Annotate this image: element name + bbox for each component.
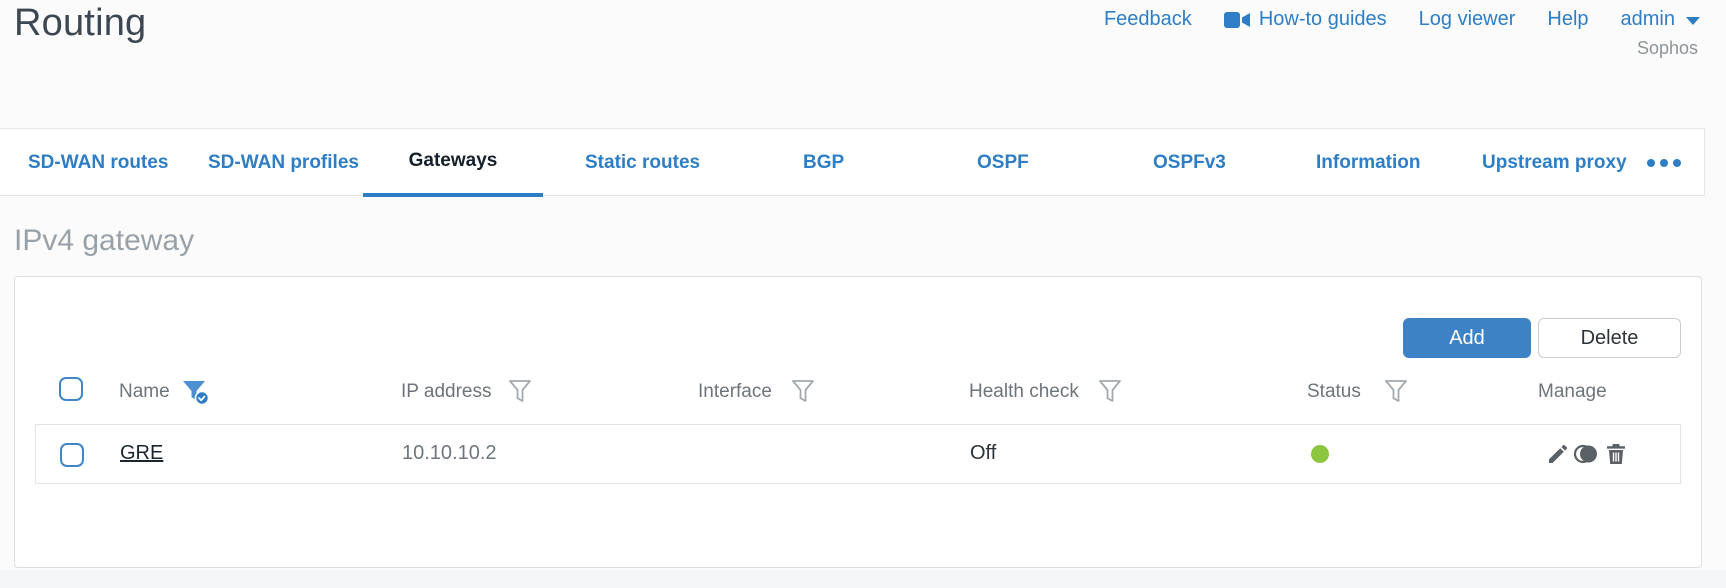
section-title-ipv4-gateway: IPv4 gateway (14, 224, 195, 257)
funnel-icon[interactable] (508, 379, 532, 410)
row-checkbox[interactable] (60, 443, 84, 467)
feedback-link[interactable]: Feedback (1104, 8, 1192, 31)
column-header-interface: Interface (698, 381, 772, 402)
add-button[interactable]: Add (1403, 318, 1531, 358)
tab-ospf[interactable]: OSPF (977, 129, 1029, 197)
help-link[interactable]: Help (1547, 8, 1588, 31)
column-header-name: Name (119, 381, 170, 402)
brand-label: Sophos (1636, 38, 1698, 58)
routing-page: Routing Feedback How-to guides Log viewe… (0, 0, 1726, 588)
funnel-icon[interactable] (791, 379, 815, 410)
select-all-checkbox[interactable] (59, 377, 83, 401)
status-up-dot (1311, 445, 1329, 463)
video-camera-icon (1223, 11, 1250, 29)
how-to-guides-link[interactable]: How-to guides (1223, 8, 1387, 31)
health-check-cell: Off (970, 442, 997, 464)
admin-menu[interactable]: admin (1621, 8, 1700, 31)
top-nav: Feedback How-to guides Log viewer Help a… (1104, 8, 1700, 31)
column-header-status: Status (1307, 381, 1361, 402)
ellipsis-icon[interactable] (1647, 129, 1681, 197)
gateway-name-link[interactable]: GRE (120, 442, 163, 465)
eclipse-circle-icon[interactable] (1574, 442, 1600, 466)
funnel-icon[interactable] (1384, 379, 1408, 410)
tab-upstream-proxy[interactable]: Upstream proxy (1482, 129, 1627, 197)
table-header: Name IP address Interface Health check S… (15, 373, 1701, 413)
caret-down-icon (1686, 17, 1700, 25)
column-header-manage: Manage (1538, 381, 1607, 402)
tab-information[interactable]: Information (1316, 129, 1421, 197)
delete-button[interactable]: Delete (1538, 318, 1681, 358)
tab-gateways[interactable]: Gateways (363, 129, 543, 197)
ip-address-cell: 10.10.10.2 (402, 442, 497, 464)
gateway-card: Add Delete Name IP address Interface Hea… (14, 276, 1702, 568)
table-row: GRE 10.10.10.2 Off (35, 424, 1681, 484)
tab-static-routes[interactable]: Static routes (585, 129, 700, 197)
column-header-ip-address: IP address (401, 381, 492, 402)
column-header-health-check: Health check (969, 381, 1079, 402)
tab-sd-wan-routes[interactable]: SD-WAN routes (28, 129, 168, 197)
log-viewer-link[interactable]: Log viewer (1419, 8, 1516, 31)
tab-bgp[interactable]: BGP (803, 129, 844, 197)
funnel-check-icon[interactable] (181, 379, 211, 412)
tab-bar: SD-WAN routes SD-WAN profiles Gateways S… (0, 128, 1705, 197)
trash-icon[interactable] (1604, 442, 1628, 466)
pencil-icon[interactable] (1546, 442, 1570, 466)
funnel-icon[interactable] (1098, 379, 1122, 410)
tab-ospfv3[interactable]: OSPFv3 (1153, 129, 1226, 197)
row-actions (1546, 442, 1628, 466)
page-title: Routing (14, 2, 147, 44)
tab-sd-wan-profiles[interactable]: SD-WAN profiles (208, 129, 359, 197)
footer-strip (0, 570, 1726, 588)
